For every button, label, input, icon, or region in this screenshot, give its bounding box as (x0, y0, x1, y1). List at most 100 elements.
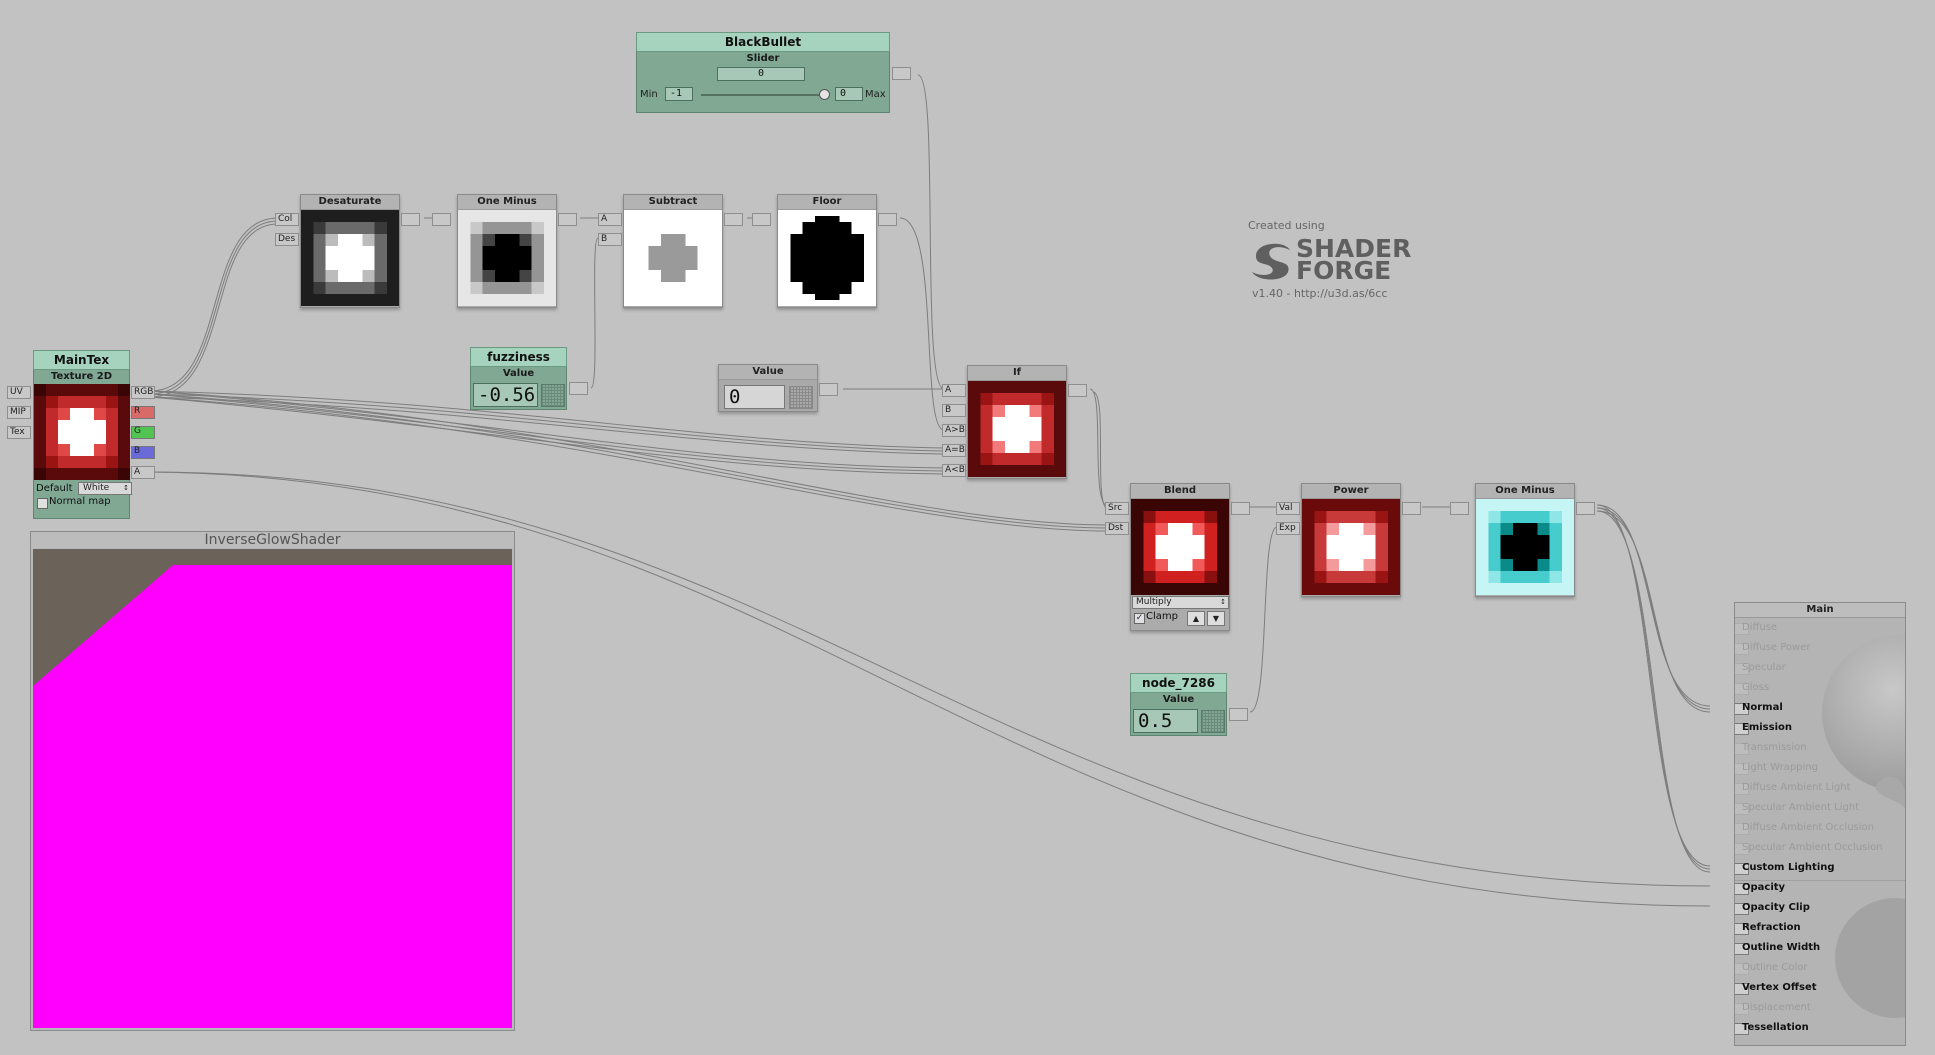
input-port-tex[interactable]: Tex (7, 426, 31, 439)
input-label: Diffuse Power (1742, 642, 1811, 653)
output-port[interactable] (724, 213, 743, 226)
one-minus-node-2[interactable]: One Minus (1450, 483, 1595, 597)
input-port-b[interactable]: B (598, 233, 622, 246)
node-subtitle: Slider (746, 53, 780, 64)
move-down-button[interactable]: ▼ (1207, 611, 1225, 626)
main-input-opacity-clip[interactable]: Opacity Clip (1735, 900, 1905, 916)
output-port[interactable] (1229, 708, 1248, 721)
input-port-b[interactable]: B (942, 404, 966, 417)
move-up-button[interactable]: ▲ (1187, 611, 1205, 626)
input-label: Specular Ambient Occlusion (1742, 842, 1883, 853)
output-port[interactable] (569, 382, 588, 395)
input-port[interactable] (432, 213, 451, 226)
output-port[interactable] (1402, 502, 1421, 515)
floor-node[interactable]: Floor (752, 194, 897, 308)
blend-mode-dropdown[interactable]: Multiply ↕ (1132, 596, 1229, 609)
input-port[interactable] (1450, 502, 1469, 515)
node-subtitle: Value (1162, 694, 1195, 705)
main-input-normal[interactable]: Normal (1735, 700, 1905, 716)
main-input-outline-width[interactable]: Outline Width (1735, 940, 1905, 956)
if-node[interactable]: If A B A>B A=B A<B (942, 365, 1087, 479)
shader-preview-panel[interactable]: InverseGlowShader (30, 531, 515, 1031)
blend-node[interactable]: Blend Multiply ↕ ✓ Clamp ▲ ▼ Src Dst (1105, 483, 1250, 631)
power-node[interactable]: Power Val Exp (1276, 483, 1421, 597)
main-input-diffuse-ambient-light[interactable]: Diffuse Ambient Light (1735, 780, 1905, 796)
node-canvas[interactable]: Created using SHADER FORGE v1.40 - http:… (0, 0, 1935, 1055)
drag-handle[interactable] (541, 384, 565, 407)
input-port-val[interactable]: Val (1276, 502, 1300, 515)
node-title: Floor (778, 195, 876, 210)
slider-handle[interactable] (819, 89, 830, 100)
input-port-uv[interactable]: UV (7, 386, 31, 399)
node-title: Desaturate (301, 195, 399, 210)
input-port[interactable] (752, 213, 771, 226)
node-7286-value-field[interactable]: 0.5 (1133, 709, 1198, 733)
slider-track[interactable] (701, 94, 825, 96)
desaturate-preview (301, 210, 399, 306)
main-input-light-wrapping[interactable]: Light Wrapping (1735, 760, 1905, 776)
blackbullet-slider-node[interactable]: BlackBullet Slider 0 Min -1 0 Max (636, 32, 911, 113)
main-input-outline-color[interactable]: Outline Color (1735, 960, 1905, 976)
fuzziness-value-field[interactable]: -0.56 (473, 383, 538, 407)
desaturate-node[interactable]: Desaturate Col Des (275, 194, 420, 308)
input-port-exp[interactable]: Exp (1276, 522, 1300, 535)
main-input-displacement[interactable]: Displacement (1735, 1000, 1905, 1016)
max-label: Max (865, 89, 886, 100)
output-port[interactable] (558, 213, 577, 226)
drag-handle[interactable] (1201, 710, 1225, 733)
input-label: Tessellation (1742, 1022, 1809, 1033)
output-port[interactable] (401, 213, 420, 226)
output-port[interactable] (819, 383, 838, 396)
main-input-refraction[interactable]: Refraction (1735, 920, 1905, 936)
main-input-diffuse[interactable]: Diffuse (1735, 620, 1905, 636)
output-port-rgb[interactable]: RGB (131, 386, 155, 399)
value-field[interactable]: 0 (724, 385, 785, 409)
input-port-a-greater-b[interactable]: A>B (942, 424, 966, 437)
main-input-emission[interactable]: Emission (1735, 720, 1905, 736)
input-port-mip[interactable]: MIP (7, 406, 31, 419)
output-port[interactable] (892, 67, 911, 80)
output-port[interactable] (1576, 502, 1595, 515)
output-port[interactable] (1231, 502, 1250, 515)
input-port-a[interactable]: A (598, 213, 622, 226)
node-7286-value-node[interactable]: node_7286 Value 0.5 (1130, 673, 1248, 736)
input-port-a-less-b[interactable]: A<B (942, 464, 966, 477)
max-value-field[interactable]: 0 (835, 87, 863, 101)
output-port[interactable] (1068, 384, 1087, 397)
default-dropdown[interactable]: White ↕ (78, 482, 132, 495)
slider-value-field[interactable]: 0 (717, 67, 805, 81)
main-output-node[interactable]: Main Diffuse Diffuse Power Specular Gloss No… (1734, 602, 1906, 1046)
main-input-specular-ambient-occlusion[interactable]: Specular Ambient Occlusion (1735, 840, 1905, 856)
main-input-tessellation[interactable]: Tessellation (1735, 1020, 1905, 1036)
main-input-specular-ambient-light[interactable]: Specular Ambient Light (1735, 800, 1905, 816)
input-port-src[interactable]: Src (1105, 502, 1129, 515)
main-input-transmission[interactable]: Transmission (1735, 740, 1905, 756)
input-label: Opacity (1742, 882, 1786, 893)
maintex-node[interactable]: MainTex Texture 2D Default White ↕ Norma… (7, 350, 155, 519)
main-input-opacity[interactable]: Opacity (1735, 880, 1905, 896)
input-port-a[interactable]: A (942, 384, 966, 397)
value-node[interactable]: Value 0 (718, 364, 838, 412)
input-port-a-equal-b[interactable]: A=B (942, 444, 966, 457)
normal-map-checkbox[interactable] (37, 498, 48, 509)
preview-render[interactable] (33, 549, 512, 1028)
input-port-col[interactable]: Col (275, 213, 299, 226)
output-port-a[interactable]: A (131, 466, 155, 479)
input-port-des[interactable]: Des (275, 233, 299, 246)
main-input-vertex-offset[interactable]: Vertex Offset (1735, 980, 1905, 996)
clamp-checkbox[interactable]: ✓ (1134, 613, 1145, 624)
subtract-node[interactable]: Subtract A B (598, 194, 743, 308)
min-value-field[interactable]: -1 (665, 87, 693, 101)
node-title: Power (1302, 484, 1400, 499)
main-input-diffuse-power[interactable]: Diffuse Power (1735, 640, 1905, 656)
main-input-diffuse-ambient-occlusion[interactable]: Diffuse Ambient Occlusion (1735, 820, 1905, 836)
fuzziness-value-node[interactable]: fuzziness Value -0.56 (470, 347, 588, 410)
main-input-specular[interactable]: Specular (1735, 660, 1905, 676)
main-input-list: Diffuse Diffuse Power Specular Gloss Normal E… (1735, 603, 1905, 1045)
output-port[interactable] (878, 213, 897, 226)
drag-handle[interactable] (789, 386, 813, 409)
one-minus-node[interactable]: One Minus (432, 194, 577, 308)
input-port-dst[interactable]: Dst (1105, 522, 1129, 535)
main-input-gloss[interactable]: Gloss (1735, 680, 1905, 696)
main-input-custom-lighting[interactable]: Custom Lighting (1735, 860, 1905, 876)
